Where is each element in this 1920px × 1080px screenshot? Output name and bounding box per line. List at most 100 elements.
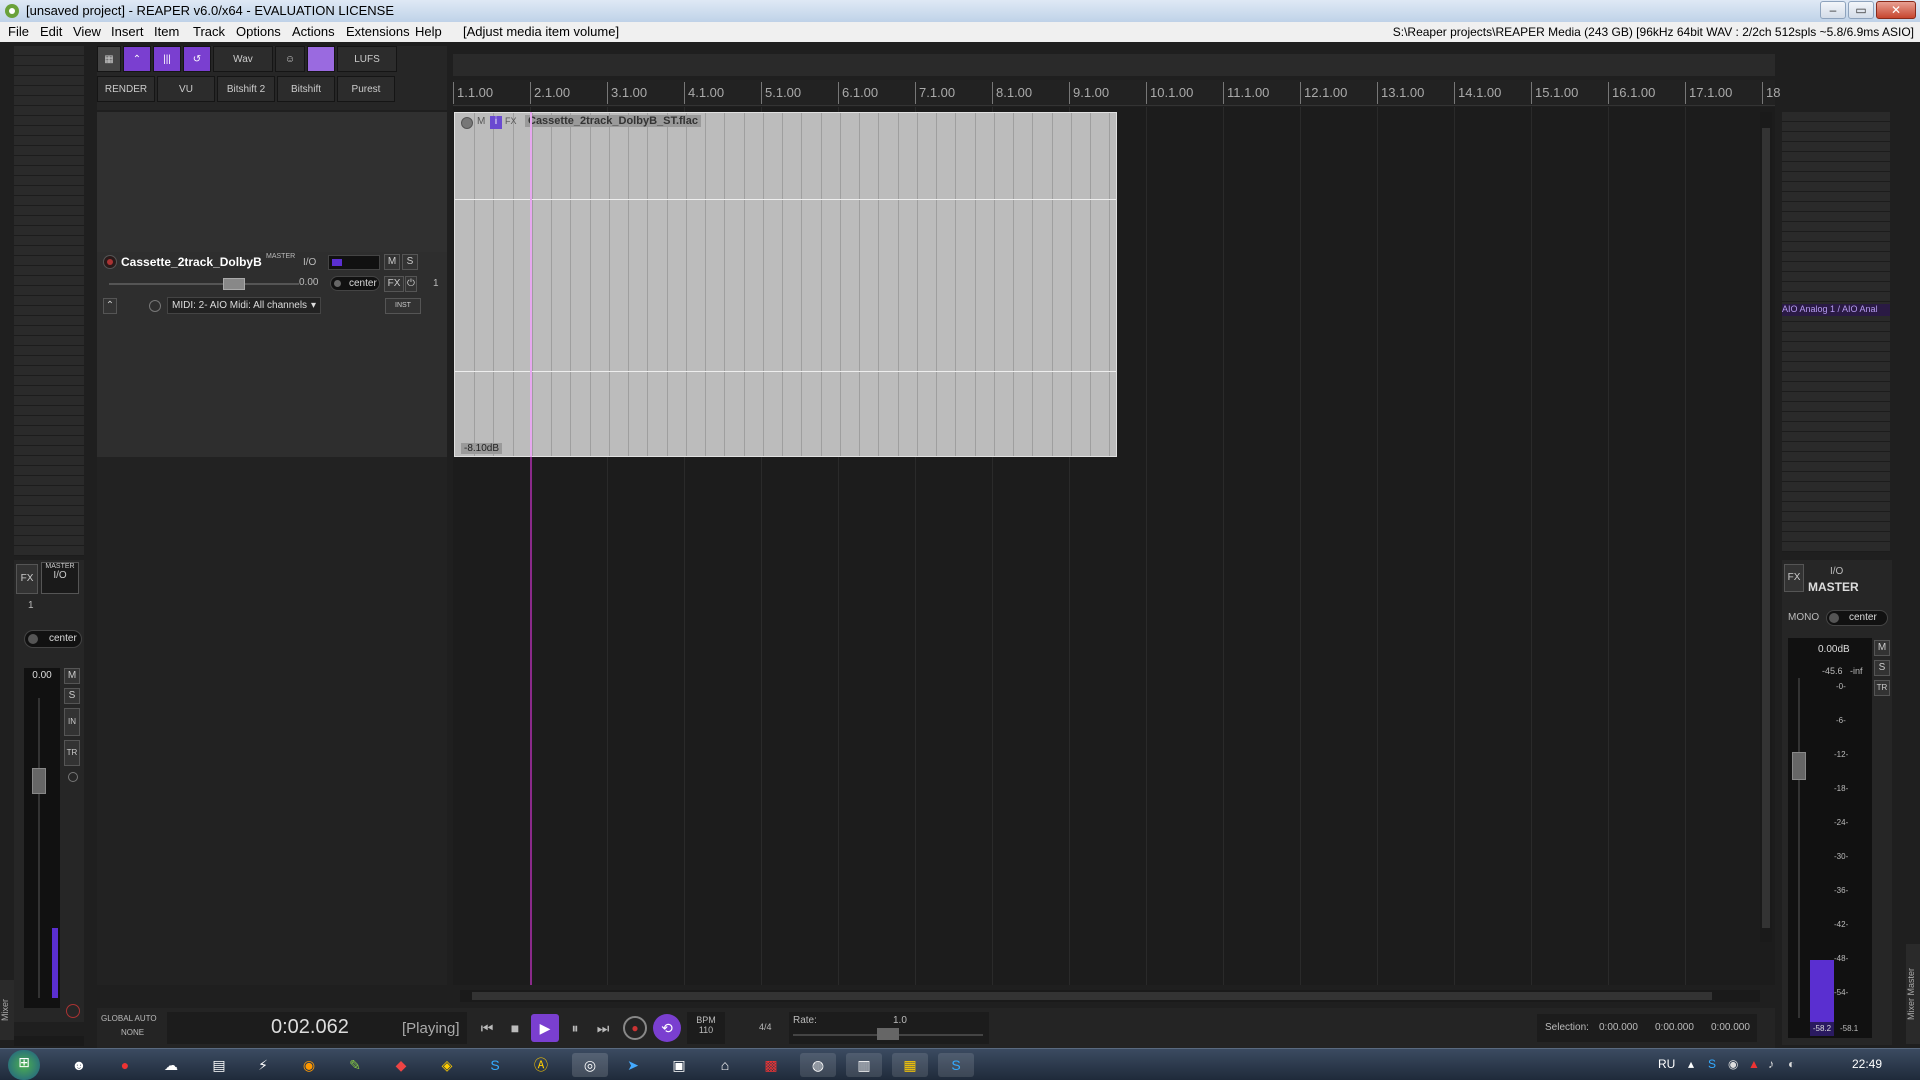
mixer-fader-thumb[interactable] xyxy=(32,768,46,794)
stop-icon[interactable]: ■ xyxy=(503,1016,527,1040)
master-fx-button[interactable]: FX xyxy=(1784,564,1804,592)
bitshift-button[interactable]: Bitshift xyxy=(277,76,335,102)
mixer-io-button[interactable]: I/O xyxy=(42,570,78,581)
app-icon[interactable]: ▦ xyxy=(892,1053,928,1077)
record-arm-button[interactable] xyxy=(103,255,117,269)
app-icon[interactable]: ☁ xyxy=(158,1053,184,1077)
app-icon[interactable]: ▣ xyxy=(666,1053,692,1077)
app-icon[interactable]: ☻ xyxy=(66,1053,92,1077)
master-io-button[interactable]: I/O xyxy=(1830,566,1843,577)
mixer-solo-button[interactable]: S xyxy=(64,688,80,704)
selection-display[interactable]: Selection: 0:00.000 0:00.000 0:00.000 xyxy=(1537,1014,1757,1042)
render-button[interactable]: RENDER xyxy=(97,76,155,102)
chrome-icon[interactable]: ◍ xyxy=(800,1053,836,1077)
master-output-label[interactable]: AIO Analog 1 / AIO Anal xyxy=(1782,304,1890,316)
lufs-button[interactable]: LUFS xyxy=(337,46,397,72)
app-icon[interactable]: Ⓐ xyxy=(528,1053,554,1077)
mixer-fx-button[interactable]: FX xyxy=(16,564,38,594)
reaper-task-icon[interactable]: ◎ xyxy=(572,1053,608,1077)
track-name[interactable]: Cassette_2track_DolbyB xyxy=(121,255,271,271)
volume-slider-track[interactable] xyxy=(109,283,299,285)
rate-control[interactable]: Rate: 1.0 xyxy=(789,1012,989,1044)
folder-app-icon[interactable]: ▤ xyxy=(206,1053,232,1077)
track-mute-button[interactable]: M xyxy=(384,254,400,270)
timeline-ruler[interactable]: 1.1.00 2.1.00 3.1.00 4.1.00 5.1.00 6.1.0… xyxy=(453,80,1780,106)
go-to-start-icon[interactable]: ⏮ xyxy=(475,1016,499,1040)
minimize-button[interactable]: – xyxy=(1820,1,1846,19)
tray-power-icon[interactable]: ◐ xyxy=(1788,1057,1795,1071)
master-pan-knob[interactable]: center xyxy=(1826,610,1888,626)
purest-button[interactable]: Purest xyxy=(337,76,395,102)
go-to-end-icon[interactable]: ⏭ xyxy=(591,1016,615,1040)
track-inst-button[interactable]: INST xyxy=(385,298,421,314)
mixer-record-icon[interactable] xyxy=(66,1004,80,1018)
close-button[interactable]: ✕ xyxy=(1876,1,1916,19)
app-icon[interactable]: ✎ xyxy=(342,1053,368,1077)
app-icon[interactable]: ▩ xyxy=(758,1053,784,1077)
app-icon[interactable]: ◆ xyxy=(388,1053,414,1077)
bars-icon[interactable]: ||| xyxy=(153,46,181,72)
language-indicator[interactable]: RU xyxy=(1658,1057,1675,1071)
tray-volume-icon[interactable]: ♪ xyxy=(1768,1057,1774,1071)
master-mono-button[interactable]: MONO xyxy=(1788,612,1819,623)
rate-slider-thumb[interactable] xyxy=(877,1028,899,1040)
record-app-icon[interactable]: ● xyxy=(112,1053,138,1077)
horizontal-scrollbar[interactable] xyxy=(460,990,1760,1002)
loop-icon[interactable]: ↺ xyxy=(183,46,211,72)
media-item[interactable]: M i FX Cassette_2track_DolbyB_ST.flac -8… xyxy=(454,112,1117,457)
menu-help[interactable]: Help xyxy=(415,22,442,42)
volume-slider-thumb[interactable] xyxy=(223,278,245,290)
master-mute-button[interactable]: M xyxy=(1874,640,1890,656)
track-fx-button[interactable]: FX xyxy=(384,276,404,292)
explorer-icon[interactable]: ▥ xyxy=(846,1053,882,1077)
app-icon[interactable]: ⌂ xyxy=(712,1053,738,1077)
mixer-track-rec-button[interactable]: TR xyxy=(64,740,80,766)
mixer-tab[interactable]: Mixer xyxy=(0,980,14,1040)
track-io-button[interactable]: I/O xyxy=(303,257,316,268)
telegram-icon[interactable]: ➤ xyxy=(620,1053,646,1077)
mixer-mute-button[interactable]: M xyxy=(64,668,80,684)
menu-insert[interactable]: Insert xyxy=(111,22,144,42)
start-button[interactable]: ⊞ xyxy=(8,1050,40,1080)
pause-icon[interactable]: ⏸ xyxy=(563,1016,587,1040)
color-square-icon[interactable] xyxy=(307,46,335,72)
item-mute-button[interactable]: M xyxy=(477,116,485,127)
envelope-icon[interactable]: ⌃ xyxy=(123,46,151,72)
master-track-rec-button[interactable]: TR xyxy=(1874,680,1890,696)
menu-edit[interactable]: Edit xyxy=(40,22,62,42)
item-fx-button[interactable]: FX xyxy=(505,116,517,126)
track-automation-icon[interactable]: ⌃ xyxy=(103,298,117,314)
menu-actions[interactable]: Actions xyxy=(292,22,335,42)
track-input-select[interactable]: MIDI: 2- AIO Midi: All channels ▾ xyxy=(167,297,321,314)
bpm-display[interactable]: BPM 110 xyxy=(687,1012,725,1044)
tray-network-icon[interactable]: ▲ xyxy=(1748,1057,1760,1071)
menu-options[interactable]: Options xyxy=(236,22,281,42)
skype-icon[interactable]: S xyxy=(482,1053,508,1077)
play-icon[interactable]: ▶ xyxy=(531,1014,559,1042)
app-icon[interactable]: ◉ xyxy=(296,1053,322,1077)
time-signature[interactable]: 4/4 xyxy=(759,1022,772,1032)
vertical-scrollbar[interactable] xyxy=(1760,112,1772,942)
maximize-button[interactable]: ▭ xyxy=(1848,1,1874,19)
record-icon[interactable]: ● xyxy=(623,1016,647,1040)
menu-item[interactable]: Item xyxy=(154,22,179,42)
lightning-app-icon[interactable]: ⚡ xyxy=(250,1053,276,1077)
mixer-master-tab[interactable]: Mixer Master xyxy=(1906,944,1920,1044)
menu-view[interactable]: View xyxy=(73,22,101,42)
item-lock-icon[interactable] xyxy=(461,117,473,129)
tray-app-icon[interactable]: ◉ xyxy=(1728,1057,1738,1071)
phase-icon[interactable] xyxy=(149,300,161,312)
menu-track[interactable]: Track xyxy=(193,22,225,42)
pan-knob[interactable]: center xyxy=(330,276,380,291)
wav-button[interactable]: Wav xyxy=(213,46,273,72)
cat-icon[interactable]: ☺ xyxy=(275,46,305,72)
vu-button[interactable]: VU xyxy=(157,76,215,102)
repeat-icon[interactable]: ⟲ xyxy=(653,1014,681,1042)
master-solo-button[interactable]: S xyxy=(1874,660,1890,676)
tray-skype-icon[interactable]: S xyxy=(1708,1057,1716,1071)
bitshift2-button[interactable]: Bitshift 2 xyxy=(217,76,275,102)
mixer-horizontal-scroll[interactable] xyxy=(14,1036,84,1046)
track-solo-button[interactable]: S xyxy=(402,254,418,270)
master-fader-thumb[interactable] xyxy=(1792,752,1806,780)
menu-extensions[interactable]: Extensions xyxy=(346,22,410,42)
